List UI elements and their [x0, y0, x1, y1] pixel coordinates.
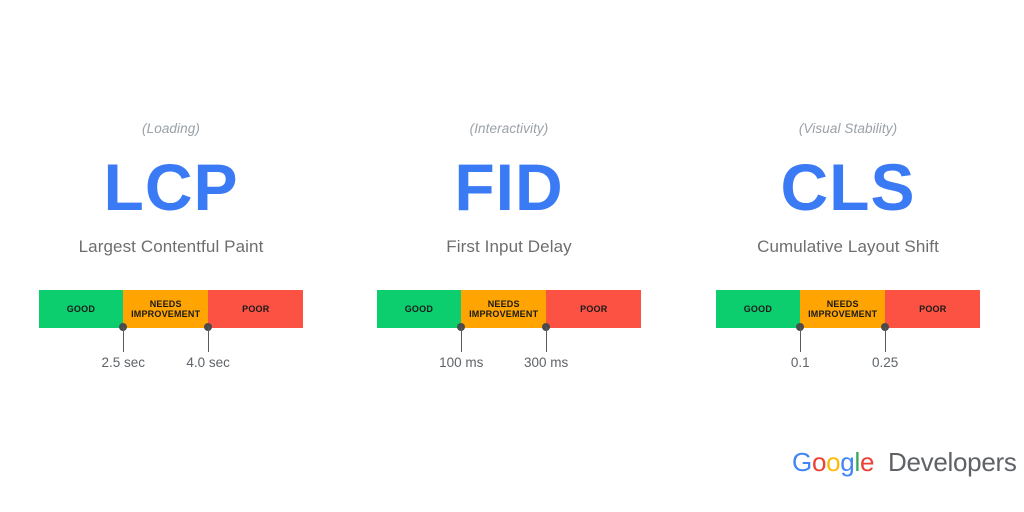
bar-segment-good: GOOD [715, 290, 801, 328]
google-letter-g2: g [840, 447, 855, 477]
metric-full-name: Largest Contentful Paint [78, 237, 264, 256]
metric-category-label: (Visual Stability) [798, 121, 898, 136]
metric-full-name: Cumulative Layout Shift [757, 237, 939, 256]
threshold-bar: GOOD NEEDS IMPROVEMENT POOR [38, 290, 304, 328]
metric-full-name: First Input Delay [446, 237, 572, 256]
threshold-bar: GOOD NEEDS IMPROVEMENT POOR [715, 290, 981, 328]
threshold-value-label: 4.0 sec [186, 355, 230, 370]
threshold-stem-line [799, 327, 802, 352]
threshold-bar-container: GOOD NEEDS IMPROVEMENT POOR 0.1 0.25 [697, 290, 999, 374]
metric-acronym: FID [454, 150, 564, 224]
threshold-ticks: 2.5 sec 4.0 sec [39, 323, 304, 374]
google-letter-o2: o [826, 447, 841, 477]
threshold-bar-container: GOOD NEEDS IMPROVEMENT POOR 100 ms 300 m… [358, 290, 660, 374]
bar-segment-needs-improvement: NEEDS IMPROVEMENT [461, 290, 547, 328]
metric-card-cls: (Visual Stability) CLS Cumulative Layout… [697, 120, 999, 370]
metric-category-label: (Interactivity) [469, 121, 549, 136]
threshold-stem-line [460, 327, 463, 352]
bar-segment-poor: POOR [208, 290, 304, 328]
bar-segment-good: GOOD [38, 290, 124, 328]
threshold-value-label: 100 ms [439, 355, 484, 370]
threshold-value-label: 300 ms [523, 355, 569, 370]
bar-segment-needs-improvement: NEEDS IMPROVEMENT [123, 290, 209, 328]
google-letter-e: e [859, 447, 875, 477]
bar-segment-good: GOOD [376, 290, 462, 328]
developers-wordmark: Developers [888, 447, 1017, 477]
google-letter-g: G [792, 447, 812, 477]
metric-category-label: (Loading) [142, 121, 200, 136]
threshold-value-label: 0.1 [790, 355, 810, 370]
threshold-stem-line [207, 327, 210, 352]
metric-acronym: CLS [780, 150, 916, 224]
threshold-value-label: 0.25 [871, 355, 899, 370]
bar-segment-poor: POOR [546, 290, 642, 328]
metric-card-lcp: (Loading) LCP Largest Contentful Paint G… [20, 120, 322, 370]
threshold-stem-line [122, 327, 125, 352]
threshold-ticks: 0.1 0.25 [716, 323, 981, 374]
threshold-stem-line [545, 327, 548, 352]
web-vitals-infographic: (Loading) LCP Largest Contentful Paint G… [0, 0, 1024, 512]
google-developers-logo: Google Developers [792, 446, 1017, 478]
metric-card-fid: (Interactivity) FID First Input Delay GO… [358, 120, 660, 370]
bar-segment-needs-improvement: NEEDS IMPROVEMENT [800, 290, 886, 328]
threshold-value-label: 2.5 sec [101, 355, 146, 370]
threshold-bar: GOOD NEEDS IMPROVEMENT POOR [376, 290, 642, 328]
google-letter-o1: o [811, 447, 827, 477]
google-wordmark: Google [792, 447, 881, 477]
threshold-bar-container: GOOD NEEDS IMPROVEMENT POOR 2.5 sec 4.0 … [20, 290, 322, 374]
threshold-stem-line [884, 327, 887, 352]
metric-acronym: LCP [103, 150, 239, 224]
bar-segment-poor: POOR [885, 290, 981, 328]
threshold-ticks: 100 ms 300 ms [377, 323, 642, 374]
